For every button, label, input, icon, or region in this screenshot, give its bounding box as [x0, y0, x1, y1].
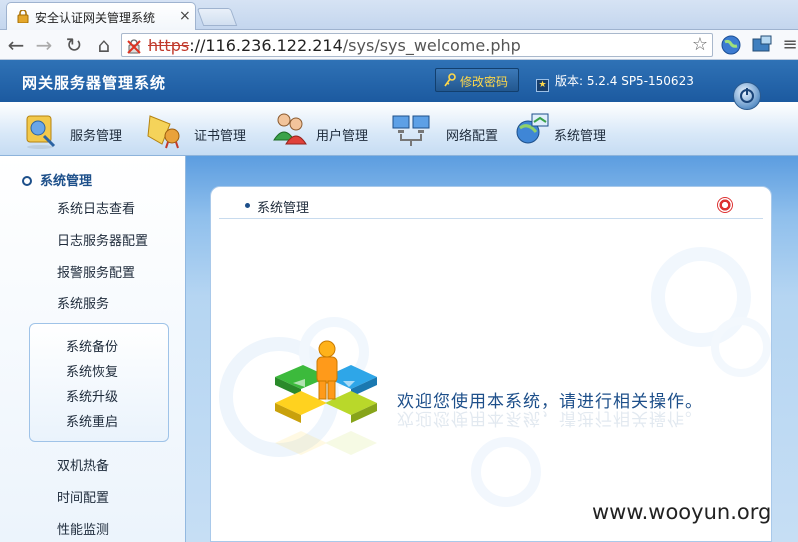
module-label: 服务管理: [70, 129, 123, 144]
menu-icon[interactable]: ≡: [778, 33, 798, 57]
home-icon[interactable]: ⌂: [92, 33, 116, 57]
sidebar-item-log-server-config[interactable]: 日志服务器配置: [57, 230, 148, 249]
help-lifebuoy-icon[interactable]: [717, 197, 733, 213]
new-tab-button[interactable]: [196, 8, 238, 26]
logout-power-button[interactable]: [733, 82, 761, 110]
module-service-management[interactable]: 服务管理: [24, 110, 134, 150]
reload-icon[interactable]: ↻: [62, 33, 86, 57]
decorative-ripple: [711, 317, 771, 377]
circle-bullet-icon: [22, 176, 32, 186]
service-management-icon: [26, 115, 56, 149]
module-label: 证书管理: [194, 129, 247, 144]
star-badge-icon: ★: [536, 79, 549, 92]
panel-title: 系统管理: [257, 201, 310, 216]
main-panel: 系统管理 欢迎您使用本系统，请进行相关操作。 欢迎您使用本系统，请进行相关操作。: [210, 186, 772, 542]
decorative-ripple: [471, 437, 541, 507]
address-bar[interactable]: https://116.236.122.214/sys/sys_welcome.…: [121, 33, 713, 57]
welcome-message-reflection: 欢迎您使用本系统，请进行相关操作。: [397, 408, 703, 428]
version-text: 版本: 5.2.4 SP5-150623: [555, 74, 694, 88]
sidebar-item-performance-monitor[interactable]: 性能监测: [57, 519, 109, 538]
change-password-button[interactable]: 修改密码: [435, 68, 519, 92]
forward-arrow-icon[interactable]: →: [32, 33, 56, 57]
bookmark-star-icon[interactable]: ☆: [692, 34, 708, 55]
padlock-icon: [17, 10, 29, 23]
welcome-illustration-icon: [275, 340, 377, 455]
watermark-text: www.wooyun.org: [592, 500, 772, 524]
certificate-management-icon: [147, 115, 180, 149]
browser-tab-active[interactable]: 安全认证网关管理系统 ×: [6, 2, 196, 30]
url-text: https://116.236.122.214/sys/sys_welcome.…: [148, 36, 521, 55]
module-certificate-management[interactable]: 证书管理: [146, 110, 256, 150]
module-network-config[interactable]: 网络配置: [392, 110, 502, 150]
module-system-management[interactable]: 系统管理: [514, 110, 624, 150]
panel-header: 系统管理: [219, 193, 763, 219]
module-label: 用户管理: [316, 129, 369, 144]
module-user-management[interactable]: 用户管理: [272, 110, 382, 150]
submenu-item-backup[interactable]: 系统备份: [66, 336, 118, 355]
sidebar-item-hot-standby[interactable]: 双机热备: [57, 455, 109, 474]
submenu-item-restore[interactable]: 系统恢复: [66, 361, 118, 380]
sidebar-item-time-config[interactable]: 时间配置: [57, 487, 109, 506]
network-config-icon: [392, 115, 430, 146]
submenu-item-upgrade[interactable]: 系统升级: [66, 386, 118, 405]
url-host: ://116.236.122.214: [189, 36, 343, 55]
back-arrow-icon[interactable]: ←: [4, 33, 28, 57]
url-path: /sys/sys_welcome.php: [342, 36, 521, 55]
change-password-label: 修改密码: [460, 75, 509, 89]
module-label: 网络配置: [446, 129, 499, 144]
app-header: 网关服务器管理系统 修改密码 ★ 版本: 5.2.4 SP5-150623: [0, 60, 798, 102]
sidebar: 系统管理 系统日志查看 日志服务器配置 报警服务配置 系统服务 系统备份 系统恢…: [0, 156, 186, 542]
sidebar-submenu: 系统备份 系统恢复 系统升级 系统重启: [29, 323, 169, 442]
globe-extension-icon[interactable]: [720, 34, 742, 56]
browser-tab-title: 安全认证网关管理系统: [35, 11, 156, 25]
browser-toolbar: ← → ↻ ⌂ https://116.236.122.214/sys/sys_…: [0, 30, 798, 60]
sidebar-item-system-log[interactable]: 系统日志查看: [57, 198, 135, 217]
insecure-lock-icon: [127, 39, 141, 54]
app-title: 网关服务器管理系统: [22, 74, 167, 92]
system-management-icon: [516, 113, 549, 144]
screenshot-extension-icon[interactable]: [751, 34, 773, 56]
module-navbar: 服务管理 证书管理 用户管理 网络配置 系统管理: [0, 102, 798, 156]
bullet-icon: [245, 203, 250, 208]
sidebar-item-alarm-service-config[interactable]: 报警服务配置: [57, 262, 135, 281]
close-tab-icon[interactable]: ×: [179, 8, 191, 24]
user-management-icon: [273, 113, 307, 145]
module-label: 系统管理: [554, 129, 607, 144]
submenu-item-reboot[interactable]: 系统重启: [66, 411, 118, 430]
version-info: ★ 版本: 5.2.4 SP5-150623: [536, 72, 694, 92]
sidebar-title: 系统管理: [22, 170, 92, 189]
browser-tabstrip: 安全认证网关管理系统 ×: [0, 0, 798, 30]
key-icon: [444, 73, 456, 87]
power-icon: [740, 88, 754, 103]
url-protocol: https: [148, 36, 190, 55]
sidebar-item-system-service[interactable]: 系统服务: [57, 293, 109, 312]
sidebar-title-text: 系统管理: [40, 174, 93, 189]
